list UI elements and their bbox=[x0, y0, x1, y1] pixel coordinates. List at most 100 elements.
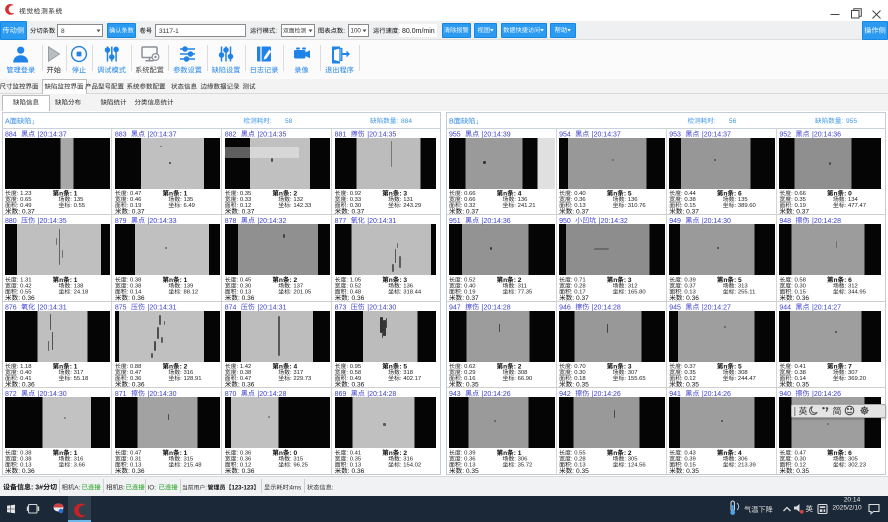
svg-text:123-123: 123-123 bbox=[232, 486, 255, 492]
svg-text:80.0m/min: 80.0m/min bbox=[402, 28, 435, 35]
svg-text:|20:14:28: |20:14:28 bbox=[482, 304, 511, 311]
svg-text::: : bbox=[205, 486, 207, 492]
svg-text:: 0.36: : 0.36 bbox=[238, 295, 255, 302]
svg-text::: : bbox=[398, 28, 400, 35]
svg-text:: 255.11: : 255.11 bbox=[735, 290, 756, 296]
svg-text:|20:14:35: |20:14:35 bbox=[367, 131, 396, 138]
svg-text:: 165.80: : 165.80 bbox=[624, 290, 646, 296]
svg-text:|20:14:37: |20:14:37 bbox=[148, 131, 177, 138]
svg-text:: 241.21: : 241.21 bbox=[514, 203, 535, 209]
svg-text:IO:: IO: bbox=[148, 485, 157, 492]
svg-text:100: 100 bbox=[351, 28, 362, 35]
svg-text:|20:14:26: |20:14:26 bbox=[592, 391, 621, 398]
svg-text:: 0.37: : 0.37 bbox=[238, 209, 255, 216]
svg-text:876: 876 bbox=[5, 304, 17, 311]
svg-text:: 88.12: : 88.12 bbox=[180, 290, 198, 296]
svg-text:: 0.35: : 0.35 bbox=[682, 468, 699, 475]
svg-text:: 0.37: : 0.37 bbox=[793, 209, 810, 216]
svg-text:|20:14:36: |20:14:36 bbox=[812, 131, 841, 138]
svg-text:|20:14:28: |20:14:28 bbox=[367, 391, 396, 398]
svg-text:951: 951 bbox=[449, 218, 461, 225]
svg-text:: 0.37: : 0.37 bbox=[462, 209, 479, 216]
svg-text:: 0.35: : 0.35 bbox=[682, 382, 699, 389]
svg-text:: 215.48: : 215.48 bbox=[180, 463, 202, 469]
svg-text:: 3.66: : 3.66 bbox=[70, 463, 85, 469]
svg-text:: 0.36: : 0.36 bbox=[18, 382, 35, 389]
svg-text:B:: B: bbox=[119, 485, 125, 492]
svg-text:|20:14:30: |20:14:30 bbox=[367, 304, 396, 311]
svg-text:|20:14:30: |20:14:30 bbox=[38, 391, 67, 398]
svg-text:: 155.65: : 155.65 bbox=[624, 376, 646, 382]
svg-text:949: 949 bbox=[669, 218, 681, 225]
svg-text:946: 946 bbox=[559, 304, 571, 311]
svg-text:955: 955 bbox=[449, 131, 461, 138]
svg-text:|20:14:28: |20:14:28 bbox=[812, 218, 841, 225]
svg-text:|20:14:37: |20:14:37 bbox=[38, 131, 67, 138]
svg-text:872: 872 bbox=[5, 391, 17, 398]
svg-text:871: 871 bbox=[115, 391, 127, 398]
svg-text:: 24.18: : 24.18 bbox=[70, 290, 89, 296]
svg-text:: 243.29: : 243.29 bbox=[400, 203, 421, 209]
svg-text:|20:14:27: |20:14:27 bbox=[702, 304, 731, 311]
svg-text::: : bbox=[343, 28, 345, 35]
svg-text:869: 869 bbox=[335, 391, 347, 398]
svg-text:: 0.36: : 0.36 bbox=[348, 382, 365, 389]
svg-text:874: 874 bbox=[225, 304, 237, 311]
svg-text:: 0.36: : 0.36 bbox=[348, 468, 365, 475]
svg-text:8: 8 bbox=[61, 28, 65, 35]
svg-text:|20:14:37: |20:14:37 bbox=[702, 131, 731, 138]
svg-text:|20:14:30: |20:14:30 bbox=[702, 218, 731, 225]
svg-text:|20:14:37: |20:14:37 bbox=[592, 131, 621, 138]
svg-text::: : bbox=[841, 118, 843, 125]
svg-text:: 318.44: : 318.44 bbox=[400, 290, 422, 296]
svg-text:A: A bbox=[5, 117, 10, 126]
svg-text:: 310.76: : 310.76 bbox=[624, 203, 646, 209]
svg-text:↓: ↓ bbox=[31, 117, 35, 126]
svg-text:|20:14:31: |20:14:31 bbox=[148, 304, 177, 311]
svg-text:: 0.35: : 0.35 bbox=[793, 382, 810, 389]
svg-text:: 0.35: : 0.35 bbox=[462, 382, 479, 389]
svg-text:: 0.36: : 0.36 bbox=[682, 295, 699, 302]
svg-text:944: 944 bbox=[779, 304, 791, 311]
svg-text:: 0.36: : 0.36 bbox=[18, 468, 35, 475]
svg-text:|20:14:32: |20:14:32 bbox=[599, 218, 628, 225]
svg-text:952: 952 bbox=[779, 131, 791, 138]
svg-text:|20:14:33: |20:14:33 bbox=[148, 218, 177, 225]
svg-text:: 201.05: : 201.05 bbox=[290, 290, 312, 296]
svg-text:: 66.90: : 66.90 bbox=[514, 376, 533, 382]
svg-text:: 0.35: : 0.35 bbox=[572, 382, 589, 389]
svg-text:58: 58 bbox=[285, 118, 293, 125]
svg-text:954: 954 bbox=[559, 131, 571, 138]
svg-text:879: 879 bbox=[115, 218, 127, 225]
svg-text:884: 884 bbox=[5, 131, 17, 138]
svg-text:: 35.72: : 35.72 bbox=[514, 463, 532, 469]
svg-text:: 0.55: : 0.55 bbox=[70, 203, 85, 209]
svg-text:|20:14:26: |20:14:26 bbox=[812, 391, 841, 398]
svg-text:: 477.47: : 477.47 bbox=[845, 203, 866, 209]
svg-text:: 0.36: : 0.36 bbox=[128, 382, 145, 389]
svg-text::: : bbox=[275, 28, 277, 35]
svg-text:: 0.35: : 0.35 bbox=[572, 468, 589, 475]
svg-text::: : bbox=[714, 118, 716, 125]
svg-text:: 0.36: : 0.36 bbox=[793, 295, 810, 302]
svg-text:: 389.60: : 389.60 bbox=[735, 203, 757, 209]
svg-text:881: 881 bbox=[335, 131, 347, 138]
svg-text:948: 948 bbox=[779, 218, 791, 225]
svg-text:878: 878 bbox=[225, 218, 237, 225]
svg-text:883: 883 bbox=[115, 131, 127, 138]
svg-text:945: 945 bbox=[669, 304, 681, 311]
svg-text:|20:14:35: |20:14:35 bbox=[257, 131, 286, 138]
svg-text:: 96.25: : 96.25 bbox=[290, 463, 309, 469]
svg-text:: 0.37: : 0.37 bbox=[572, 209, 589, 216]
svg-text:|20:14:28: |20:14:28 bbox=[257, 391, 286, 398]
svg-text:: 0.37: : 0.37 bbox=[462, 295, 479, 302]
svg-text:: 0.36: : 0.36 bbox=[128, 295, 145, 302]
svg-text:2025/2/10: 2025/2/10 bbox=[832, 505, 862, 512]
svg-text:955: 955 bbox=[846, 118, 857, 125]
svg-text:: 154.02: : 154.02 bbox=[400, 463, 421, 469]
svg-text:875: 875 bbox=[115, 304, 127, 311]
svg-text:4ms: 4ms bbox=[290, 485, 302, 492]
svg-text:A:: A: bbox=[74, 485, 80, 492]
svg-text:870: 870 bbox=[225, 391, 237, 398]
svg-text:953: 953 bbox=[669, 131, 681, 138]
